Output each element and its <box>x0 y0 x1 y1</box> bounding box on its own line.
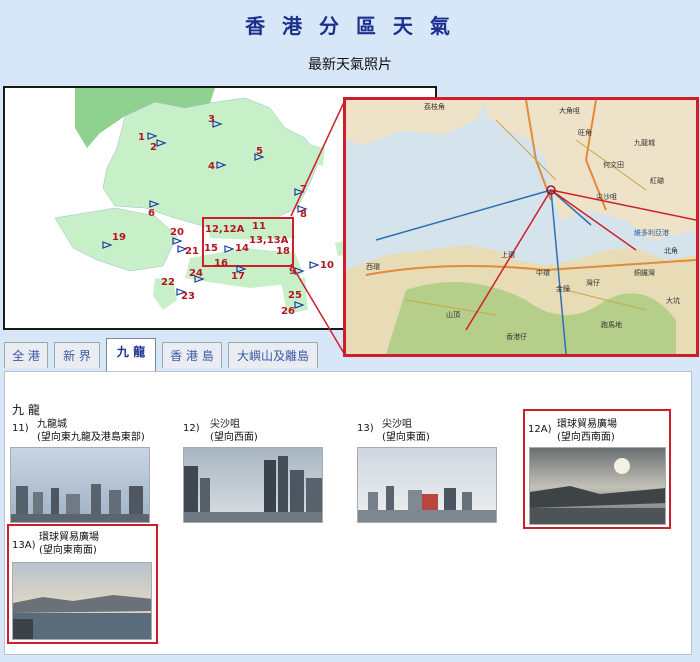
zoom-label-happy-valley: 跑馬地 <box>601 321 622 329</box>
zoom-label-causeway-bay: 銅鑼灣 <box>634 269 655 277</box>
tab-all-hk[interactable]: 全 港 <box>4 342 48 368</box>
zoom-label-tsim-sha-tsui: 尖沙咀 <box>596 193 617 201</box>
weather-photo-tst-west[interactable] <box>183 447 323 523</box>
tab-lantau-islands[interactable]: 大嶼山及離島 <box>228 342 318 368</box>
zoom-label-the-peak: 山頂 <box>446 311 460 319</box>
card-location: 九龍城 <box>37 419 67 430</box>
card-direction: (望向東九龍及港島東部) <box>37 432 145 443</box>
tab-new-territories[interactable]: 新 界 <box>54 342 100 368</box>
zoom-label-lai-chi-kok: 荔枝角 <box>424 103 445 111</box>
zoom-label-tai-hang: 大坑 <box>666 297 680 305</box>
zoom-label-admiralty: 金鐘 <box>556 285 570 293</box>
card-number: 13) <box>357 423 374 434</box>
card-location: 環球貿易廣場 <box>39 532 99 543</box>
card-number: 11) <box>12 423 29 434</box>
zoomed-map-inset: 荔枝角 大角咀 旺角 九龍城 何文田 紅磡 尖沙咀 維多利亞港 上環 西環 中環… <box>343 97 699 357</box>
zoom-label-north-point: 北角 <box>664 247 678 255</box>
card-direction: (望向東南面) <box>39 545 97 556</box>
card-number: 12) <box>183 423 200 434</box>
zoom-label-tai-kok-tsui: 大角咀 <box>559 107 580 115</box>
weather-photo-tst-east[interactable] <box>357 447 497 523</box>
card-number: 13A) <box>12 540 36 551</box>
tab-hk-island[interactable]: 香 港 島 <box>162 342 222 368</box>
weather-photo-icc-southwest[interactable] <box>529 447 666 525</box>
zoom-label-central: 中環 <box>536 269 550 277</box>
card-location: 尖沙咀 <box>210 419 240 430</box>
zoom-label-sai-wan: 西環 <box>366 263 380 271</box>
card-direction: (望向東面) <box>382 432 430 443</box>
card-number: 12A) <box>528 424 552 435</box>
weather-photo-kowloon-city[interactable] <box>10 447 150 523</box>
zoom-label-sheung-wan: 上環 <box>501 251 515 259</box>
tab-kowloon[interactable]: 九 龍 <box>106 338 156 372</box>
section-title: 九 龍 <box>12 403 40 417</box>
card-direction: (望向西南面) <box>557 432 615 443</box>
weather-photo-icc-southeast[interactable] <box>12 562 152 640</box>
region-tabs: 全 港 新 界 九 龍 香 港 島 大嶼山及離島 <box>0 338 700 372</box>
zoom-label-wan-chai: 灣仔 <box>586 279 600 287</box>
card-location: 尖沙咀 <box>382 419 412 430</box>
card-location: 環球貿易廣場 <box>557 419 617 430</box>
card-direction: (望向西面) <box>210 432 258 443</box>
zoom-label-hung-hom: 紅磡 <box>650 177 664 185</box>
zoom-label-kowloon-city: 九龍城 <box>634 139 655 147</box>
zoom-label-victoria-harbour: 維多利亞港 <box>634 229 669 237</box>
zoom-label-mong-kok: 旺角 <box>578 129 592 137</box>
zoom-label-ho-man-tin: 何文田 <box>603 161 624 169</box>
